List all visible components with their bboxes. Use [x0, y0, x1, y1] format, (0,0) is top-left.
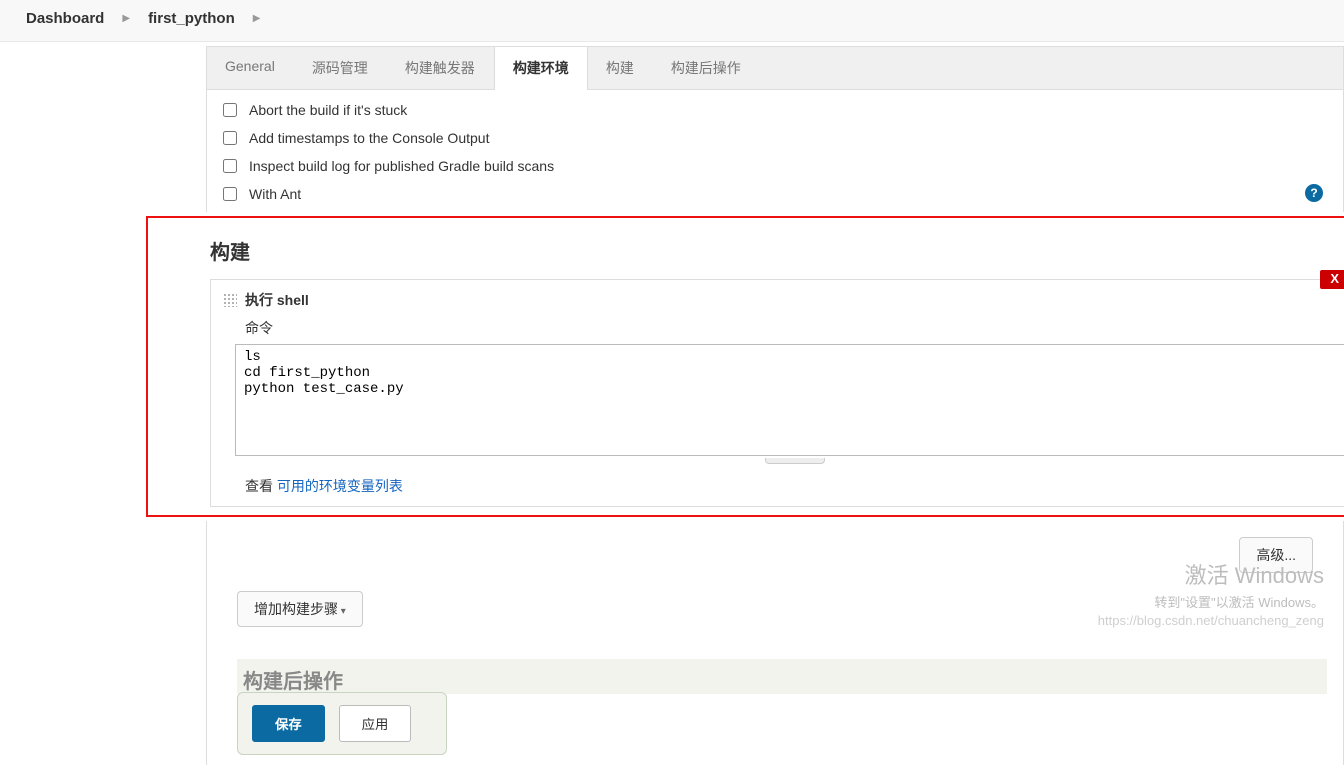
checkbox-timestamps[interactable] — [223, 131, 237, 145]
action-bar: 保存 应用 — [237, 692, 447, 755]
shell-step-title: 执行 shell — [245, 290, 309, 310]
env-vars-link-row: 查看 可用的环境变量列表 — [211, 470, 1344, 506]
tab-general[interactable]: General — [207, 47, 294, 89]
breadcrumb: Dashboard ▶ first_python ▶ — [0, 0, 1344, 42]
label-timestamps: Add timestamps to the Console Output — [249, 130, 489, 146]
config-tabs: General 源码管理 构建触发器 构建环境 构建 构建后操作 — [206, 46, 1344, 90]
build-env-section: Abort the build if it's stuck Add timest… — [206, 90, 1344, 212]
shell-command-input[interactable] — [235, 344, 1344, 456]
label-gradle-scan: Inspect build log for published Gradle b… — [249, 158, 554, 174]
build-section-highlight: 构建 执行 shell X ? 命令 查看 可用的环境变量列表 — [146, 216, 1344, 517]
tab-build[interactable]: 构建 — [588, 47, 653, 89]
tab-post-build[interactable]: 构建后操作 — [653, 47, 760, 89]
tab-build-env[interactable]: 构建环境 — [494, 46, 588, 90]
env-vars-link[interactable]: 可用的环境变量列表 — [277, 478, 403, 494]
delete-step-button[interactable]: X — [1320, 270, 1344, 289]
help-icon[interactable]: ? — [1305, 184, 1323, 202]
checkbox-abort-stuck[interactable] — [223, 103, 237, 117]
build-section-title: 构建 — [210, 236, 1344, 265]
resize-handle-icon[interactable] — [765, 458, 825, 464]
breadcrumb-project[interactable]: first_python — [148, 10, 235, 27]
advanced-button[interactable]: 高级... — [1239, 537, 1313, 573]
save-button[interactable]: 保存 — [252, 705, 325, 742]
shell-build-step: 执行 shell X ? 命令 查看 可用的环境变量列表 — [210, 279, 1344, 507]
add-build-step-button[interactable]: 增加构建步骤 — [237, 591, 363, 627]
chevron-right-icon: ▶ — [122, 13, 130, 24]
checkbox-with-ant[interactable] — [223, 187, 237, 201]
post-build-section-title: 构建后操作 — [237, 659, 1327, 694]
apply-button[interactable]: 应用 — [339, 705, 412, 742]
env-vars-prefix: 查看 — [245, 478, 277, 494]
label-with-ant: With Ant — [249, 186, 301, 202]
chevron-right-icon: ▶ — [253, 13, 261, 24]
tab-triggers[interactable]: 构建触发器 — [387, 47, 494, 89]
breadcrumb-root[interactable]: Dashboard — [26, 10, 104, 27]
command-label: 命令 — [211, 312, 1344, 344]
label-abort-stuck: Abort the build if it's stuck — [249, 102, 407, 118]
drag-handle-icon[interactable] — [223, 293, 237, 307]
tab-scm[interactable]: 源码管理 — [294, 47, 387, 89]
checkbox-gradle-scan[interactable] — [223, 159, 237, 173]
